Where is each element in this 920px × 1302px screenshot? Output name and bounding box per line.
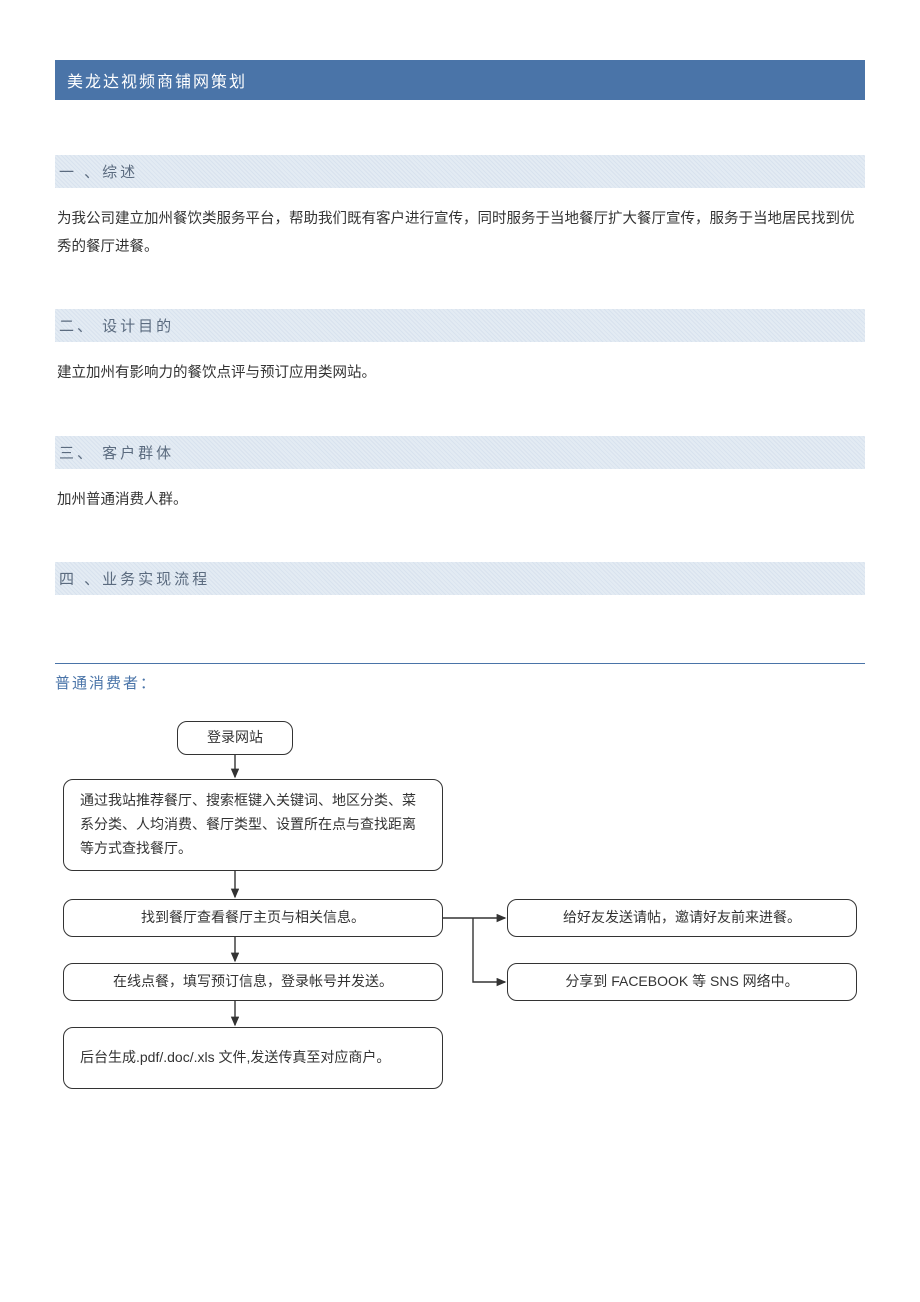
sub-title: 普通消费者： <box>55 675 157 692</box>
section-1-body: 为我公司建立加州餐饮类服务平台，帮助我们既有客户进行宣传，同时服务于当地餐厅扩大… <box>55 206 865 261</box>
flow-node-view: 找到餐厅查看餐厅主页与相关信息。 <box>63 899 443 937</box>
section-1-header: 一 、综述 <box>55 155 865 188</box>
flow-node-backend: 后台生成.pdf/.doc/.xls 文件,发送传真至对应商户。 <box>63 1027 443 1089</box>
flowchart: 登录网站 通过我站推荐餐厅、搜索框键入关键词、地区分类、菜系分类、人均消费、餐厅… <box>55 721 865 1141</box>
section-2-body: 建立加州有影响力的餐饮点评与预订应用类网站。 <box>55 360 865 388</box>
section-3-body: 加州普通消费人群。 <box>55 487 865 515</box>
flow-node-invite: 给好友发送请帖，邀请好友前来进餐。 <box>507 899 857 937</box>
document-title: 美龙达视频商铺网策划 <box>55 60 865 100</box>
section-3-header: 三、 客户群体 <box>55 436 865 469</box>
flow-node-share: 分享到 FACEBOOK 等 SNS 网络中。 <box>507 963 857 1001</box>
section-4-header: 四 、业务实现流程 <box>55 562 865 595</box>
flow-node-login: 登录网站 <box>177 721 293 755</box>
flow-node-search: 通过我站推荐餐厅、搜索框键入关键词、地区分类、菜系分类、人均消费、餐厅类型、设置… <box>63 779 443 871</box>
sub-rule: 普通消费者： <box>55 663 865 693</box>
flow-node-order: 在线点餐，填写预订信息，登录帐号并发送。 <box>63 963 443 1001</box>
section-2-header: 二、 设计目的 <box>55 309 865 342</box>
